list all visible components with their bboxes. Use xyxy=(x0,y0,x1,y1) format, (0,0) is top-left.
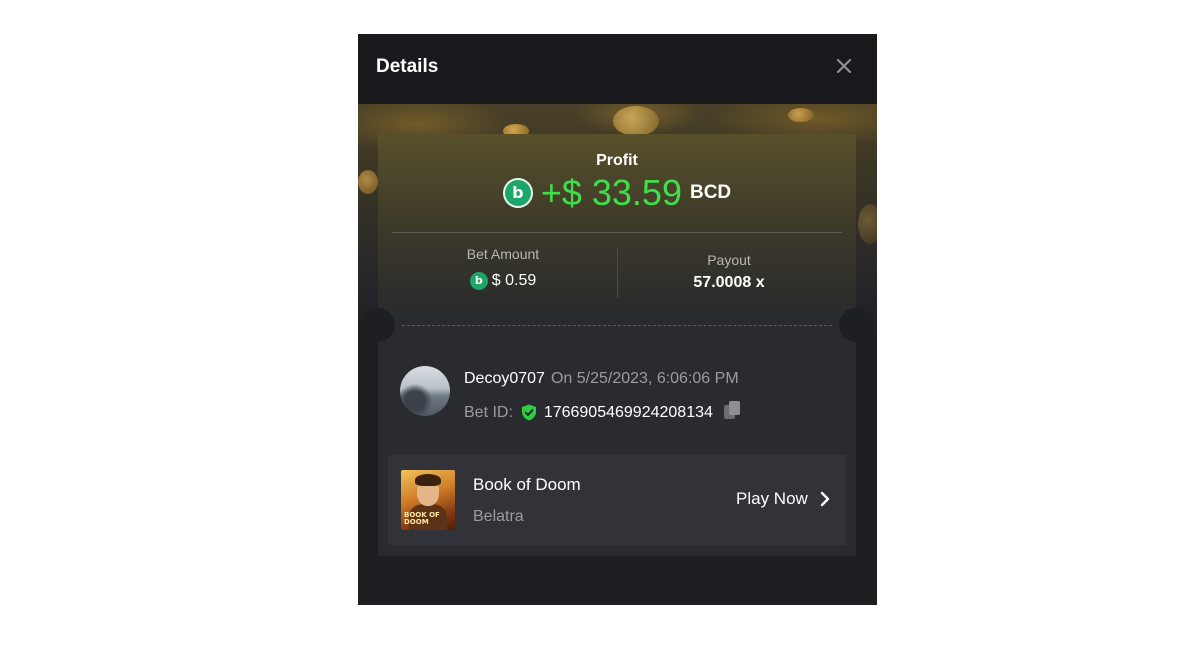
chevron-right-icon xyxy=(821,491,830,507)
coin-decoration xyxy=(613,106,659,136)
avatar[interactable] xyxy=(400,366,450,416)
bet-id-row: Bet ID: 1766905469924208134 xyxy=(464,400,741,425)
bet-amount-label: Bet Amount xyxy=(466,246,540,262)
user-info: Decoy0707 On 5/25/2023, 6:06:06 PM xyxy=(464,370,739,388)
bet-id-label: Bet ID: xyxy=(464,403,513,421)
thumbnail-hair xyxy=(415,474,441,486)
bet-date: On 5/25/2023, 6:06:06 PM xyxy=(550,370,739,387)
game-row[interactable]: BOOK OF DOOM Book of Doom Belatra Play N… xyxy=(388,455,846,545)
coin-decoration xyxy=(788,108,814,122)
modal-title: Details xyxy=(376,56,439,77)
payout-value: 57.0008 x xyxy=(693,274,765,291)
profit-currency: BCD xyxy=(689,182,732,203)
bc-coin-icon: b xyxy=(502,178,533,208)
bc-coin-icon: b xyxy=(469,272,488,290)
close-button[interactable] xyxy=(830,52,858,80)
bet-amount-value: b $ 0.59 xyxy=(393,272,613,290)
profit-section: Profit b +$ 33.59 BCD Bet Amount b $ 0.59 P… xyxy=(378,134,856,324)
bet-amount-text: $ 0.59 xyxy=(491,272,537,290)
coin-decoration xyxy=(858,204,877,244)
play-now-label: Play Now xyxy=(736,489,808,508)
game-provider[interactable]: Belatra xyxy=(473,508,524,526)
thumbnail-logo: BOOK OF DOOM xyxy=(404,511,440,526)
ticket-notch-left xyxy=(361,308,395,342)
bet-id-value: 1766905469924208134 xyxy=(543,403,713,421)
ticket-notch-right xyxy=(839,308,873,342)
game-title[interactable]: Book of Doom xyxy=(473,475,581,495)
dashed-separator xyxy=(402,325,832,326)
divider xyxy=(392,232,842,233)
profit-row: b +$ 33.59 BCD xyxy=(378,172,856,216)
close-icon xyxy=(836,58,852,74)
divider-vertical xyxy=(617,248,618,298)
payout-label: Payout xyxy=(707,252,751,268)
profit-value: +$ 33.59 xyxy=(540,172,682,213)
copy-button[interactable] xyxy=(723,400,741,425)
coin-decoration xyxy=(358,170,378,194)
bet-details-card: Profit b +$ 33.59 BCD Bet Amount b $ 0.59 P… xyxy=(361,134,873,556)
verified-shield-icon xyxy=(522,404,537,421)
profit-label: Profit xyxy=(596,152,638,169)
game-thumbnail[interactable]: BOOK OF DOOM xyxy=(401,470,455,530)
modal-header: Details xyxy=(358,34,877,104)
username[interactable]: Decoy0707 xyxy=(464,370,545,387)
play-now-button[interactable]: Play Now xyxy=(736,489,830,513)
details-modal: Details Profit b +$ 33.59 BCD Bet Amount b… xyxy=(358,34,877,605)
copy-icon xyxy=(724,401,741,419)
